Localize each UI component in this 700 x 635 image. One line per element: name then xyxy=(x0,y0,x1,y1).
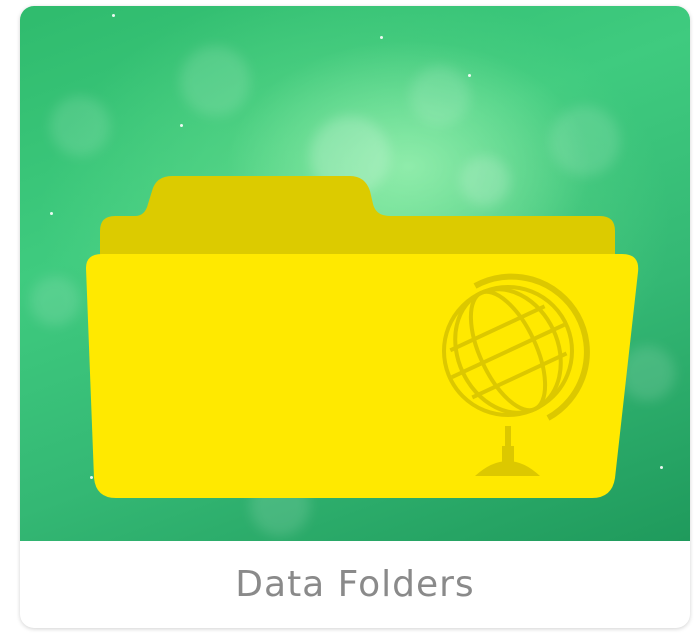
tile-thumbnail xyxy=(20,6,690,541)
folder-back xyxy=(100,176,615,261)
tile-label[interactable]: Data Folders xyxy=(235,564,474,605)
data-folders-tile[interactable]: Data Folders xyxy=(20,6,690,628)
folder-globe-icon xyxy=(86,176,639,498)
tile-label-area: Data Folders xyxy=(20,541,690,628)
